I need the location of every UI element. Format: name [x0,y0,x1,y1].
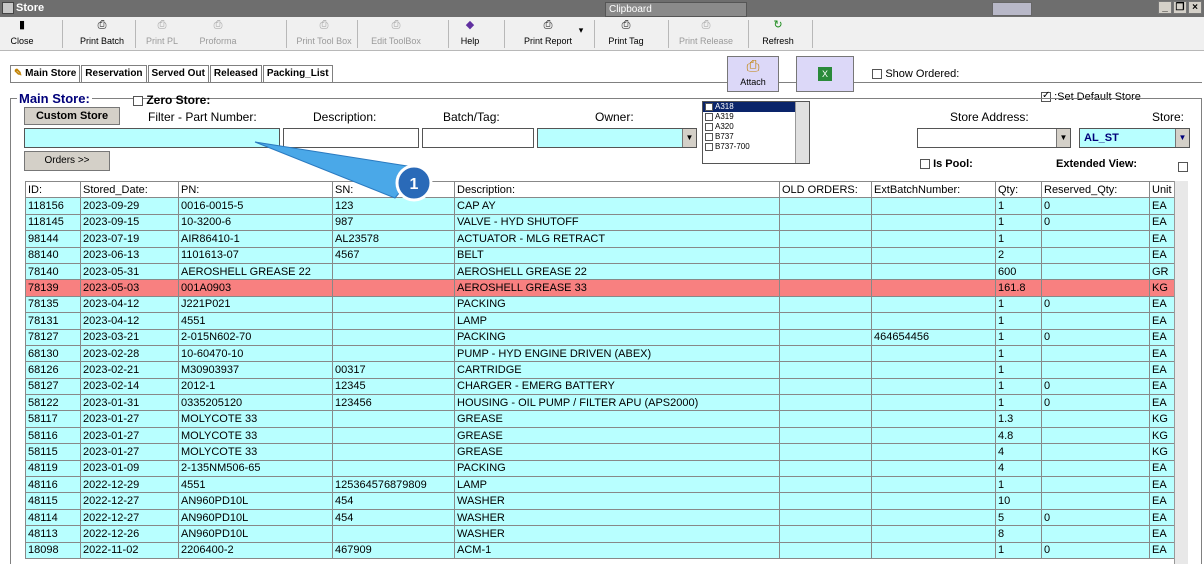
callout-pointer [254,141,421,199]
callout-number: 1 [410,176,419,193]
callout-annotation: 1 [254,141,433,202]
